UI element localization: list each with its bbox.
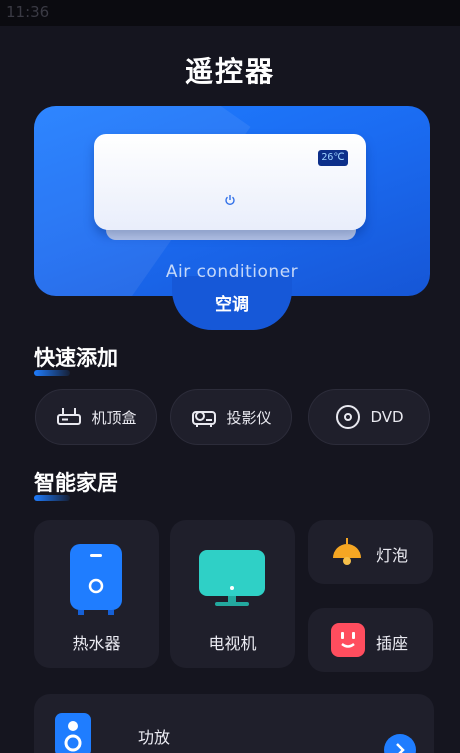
quick-add-dvd[interactable]: DVD — [308, 389, 430, 445]
lamp-icon — [333, 538, 361, 565]
quick-add-label: DVD — [370, 408, 404, 426]
smart-home-title: 智能家居 — [34, 467, 118, 501]
water-heater-card[interactable]: 热水器 — [34, 520, 159, 668]
chevron-right-icon[interactable] — [384, 734, 416, 753]
quick-add-label: 投影仪 — [226, 408, 272, 427]
socket-icon — [331, 623, 365, 657]
disc-icon — [336, 405, 361, 429]
card-label: 插座 — [376, 634, 409, 653]
hero-label: 空调 — [215, 295, 249, 315]
set-top-box-icon — [57, 408, 82, 425]
title-underline — [34, 370, 70, 376]
page-title: 遥控器 — [184, 55, 275, 88]
card-label: 热水器 — [72, 634, 121, 653]
projector-icon — [192, 411, 217, 427]
quick-add-label: 机顶盒 — [91, 408, 137, 427]
power-icon — [225, 195, 235, 206]
tv-icon — [199, 550, 265, 606]
status-bar: 11:36 — [0, 0, 460, 26]
hero-subtitle: Air conditioner — [165, 262, 299, 282]
card-label: 灯泡 — [376, 546, 409, 565]
speaker-icon — [55, 713, 91, 753]
tv-card[interactable]: 电视机 — [170, 520, 295, 668]
status-time: 11:36 — [6, 3, 50, 21]
card-label: 功放 — [138, 728, 171, 747]
quick-add-set-top-box[interactable]: 机顶盒 — [35, 389, 157, 445]
air-conditioner-icon: 26℃ — [94, 134, 366, 230]
socket-card[interactable]: 插座 — [308, 608, 433, 672]
card-label: 电视机 — [208, 634, 257, 653]
amplifier-card[interactable]: 功放 — [34, 694, 434, 753]
quick-add-projector[interactable]: 投影仪 — [170, 389, 292, 445]
smart-home-title-text: 智能家居 — [34, 471, 118, 495]
quick-add-title: 快速添加 — [34, 342, 118, 376]
lamp-card[interactable]: 灯泡 — [308, 520, 433, 584]
air-conditioner-card[interactable]: 26℃ Air conditioner 空调 — [34, 106, 430, 330]
ac-temperature-display: 26℃ — [318, 150, 348, 166]
title-underline — [34, 495, 70, 501]
quick-add-title-text: 快速添加 — [34, 346, 118, 370]
water-heater-icon — [70, 544, 122, 615]
